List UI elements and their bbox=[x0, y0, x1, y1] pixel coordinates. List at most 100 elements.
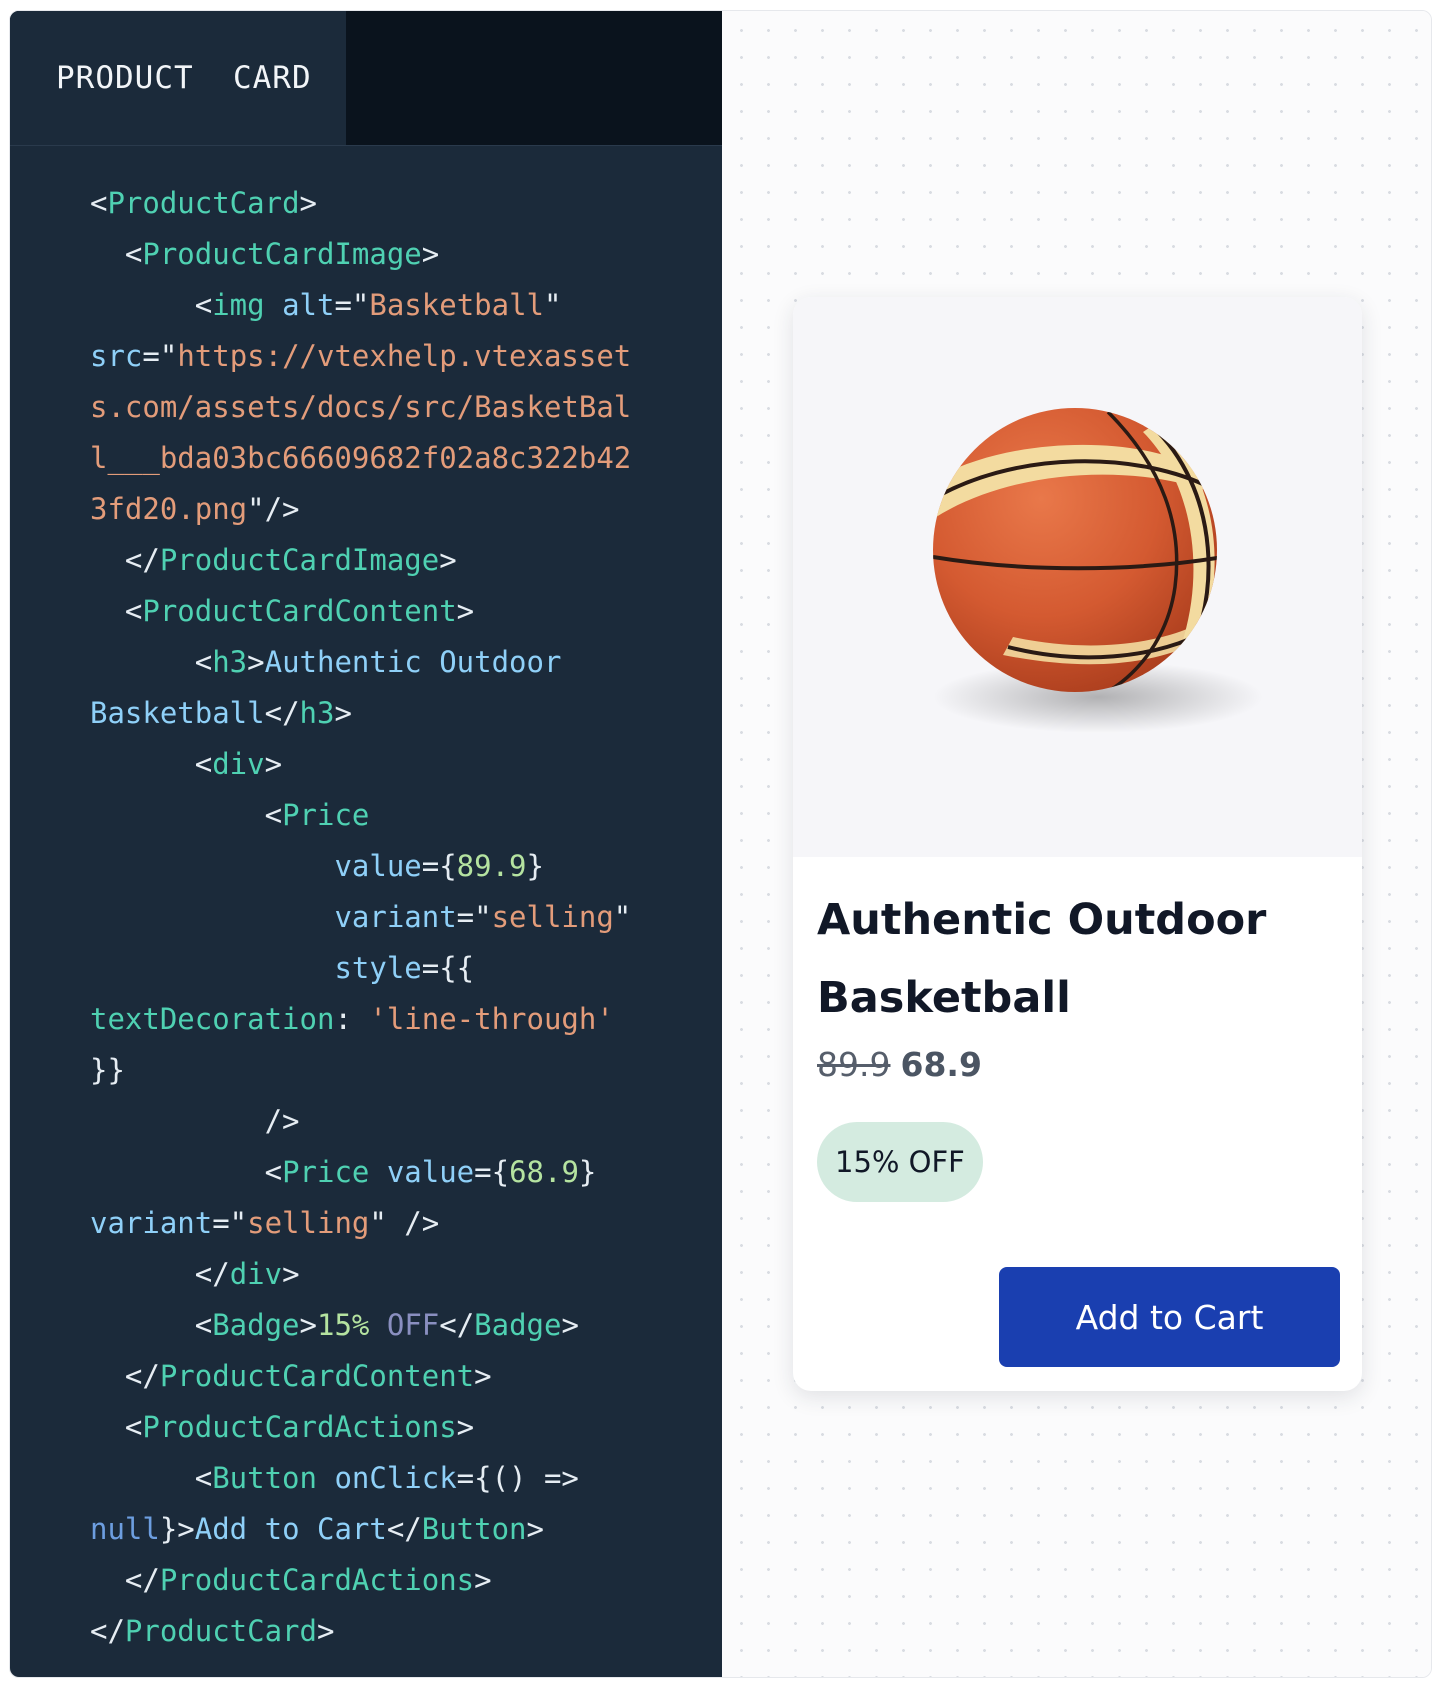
code-token: > bbox=[299, 1308, 317, 1342]
code-token: ={ bbox=[421, 849, 457, 883]
code-token: </ bbox=[90, 1257, 230, 1291]
code-token: </ bbox=[90, 1359, 160, 1393]
code-token: < bbox=[90, 288, 213, 322]
product-card-content: Authentic Outdoor Basketball 89.9 68.9 1… bbox=[793, 857, 1362, 1202]
code-token: Button bbox=[421, 1512, 527, 1546]
code-token: /> bbox=[90, 1104, 300, 1138]
code-token: </ bbox=[90, 1614, 125, 1648]
code-token: > bbox=[247, 645, 265, 679]
code-line: value={89.9} bbox=[90, 841, 631, 892]
code-token: ProductCardContent bbox=[142, 594, 457, 628]
code-token: " bbox=[613, 900, 632, 934]
code-line: </ProductCard> bbox=[90, 1606, 631, 1657]
code-token: ProductCardActions bbox=[159, 1563, 475, 1597]
add-to-cart-button[interactable]: Add to Cart bbox=[999, 1267, 1340, 1367]
code-token: textDecoration bbox=[90, 1002, 335, 1036]
code-token: =" bbox=[456, 900, 492, 934]
code-token: ProductCardContent bbox=[159, 1359, 475, 1393]
code-token: 15% bbox=[317, 1308, 370, 1342]
tab-product-card[interactable]: PRODUCT CARD bbox=[10, 11, 346, 145]
code-token: > bbox=[264, 747, 283, 781]
code-line: <ProductCardActions> bbox=[90, 1402, 631, 1453]
price-row: 89.9 68.9 bbox=[817, 1045, 1338, 1084]
code-line: <Price value={68.9} bbox=[90, 1147, 631, 1198]
code-line: <ProductCardContent> bbox=[90, 586, 631, 637]
code-token: s.com/assets/docs/src/BasketBal bbox=[90, 390, 632, 424]
code-token: < bbox=[90, 747, 213, 781]
code-token: ProductCardImage bbox=[142, 237, 422, 271]
code-line: l___bda03bc66609682f02a8c322b42 bbox=[90, 433, 631, 484]
code-token: ={() => bbox=[456, 1461, 579, 1495]
code-token: value bbox=[386, 1155, 475, 1189]
code-token: null bbox=[90, 1512, 160, 1546]
code-token: }> bbox=[159, 1512, 195, 1546]
product-card-actions: Add to Cart bbox=[999, 1267, 1340, 1367]
code-token: style bbox=[334, 951, 422, 985]
code-token: < bbox=[90, 594, 143, 628]
code-line: <div> bbox=[90, 739, 631, 790]
code-line: src="https://vtexhelp.vtexasset bbox=[90, 331, 631, 382]
code-line: <ProductCardImage> bbox=[90, 229, 631, 280]
code-token: selling bbox=[491, 900, 614, 934]
code-line: <Badge>15% OFF</Badge> bbox=[90, 1300, 631, 1351]
code-line: <Price bbox=[90, 790, 631, 841]
code-token: Basketball bbox=[369, 288, 544, 322]
code-token: div bbox=[212, 747, 265, 781]
preview-panel: Authentic Outdoor Basketball 89.9 68.9 1… bbox=[722, 11, 1431, 1677]
code-token: < bbox=[90, 186, 108, 220]
code-token: < bbox=[90, 1308, 213, 1342]
code-token: > bbox=[299, 186, 317, 220]
code-token: > bbox=[474, 1563, 492, 1597]
code-token: Badge bbox=[474, 1308, 562, 1342]
code-token: < bbox=[90, 1461, 213, 1495]
code-line: <ProductCard> bbox=[90, 178, 631, 229]
code-token: Price bbox=[282, 798, 370, 832]
code-token: l___bda03bc66609682f02a8c322b42 bbox=[90, 441, 632, 475]
code-token: alt bbox=[282, 288, 335, 322]
code-token: </ bbox=[439, 1308, 475, 1342]
code-line: variant="selling" bbox=[90, 892, 631, 943]
code-token: ={{ bbox=[421, 951, 475, 985]
code-token: Add to Cart bbox=[194, 1512, 387, 1546]
code-token: 68.9 bbox=[509, 1155, 579, 1189]
code-line: </ProductCardActions> bbox=[90, 1555, 631, 1606]
code-token: </ bbox=[90, 1563, 160, 1597]
code-token: Authentic Outdoor bbox=[264, 645, 562, 679]
code-token: ProductCard bbox=[107, 186, 300, 220]
code-token: > bbox=[456, 594, 475, 628]
code-token: img bbox=[212, 288, 265, 322]
code-token: =" bbox=[212, 1206, 248, 1240]
code-line: <img alt="Basketball" bbox=[90, 280, 631, 331]
code-token: 'line-through' bbox=[369, 1002, 614, 1036]
discount-badge: 15% OFF bbox=[817, 1122, 983, 1202]
code-token: > bbox=[282, 1257, 300, 1291]
code-token: https://vtexhelp.vtexasset bbox=[177, 339, 632, 373]
code-token: " bbox=[544, 288, 562, 322]
tab-label: PRODUCT CARD bbox=[56, 60, 312, 96]
price-selling: 68.9 bbox=[900, 1045, 982, 1084]
code-token: > bbox=[561, 1308, 579, 1342]
code-token: > bbox=[439, 543, 457, 577]
code-line: </div> bbox=[90, 1249, 631, 1300]
code-token: variant bbox=[334, 900, 457, 934]
tab-strip: PRODUCT CARD bbox=[10, 11, 722, 146]
code-token: < bbox=[90, 1410, 143, 1444]
code-line: /> bbox=[90, 1096, 631, 1147]
code-token: =" bbox=[142, 339, 178, 373]
code-snippet[interactable]: <ProductCard> <ProductCardImage> <img al… bbox=[90, 178, 631, 1657]
code-token: onClick bbox=[334, 1461, 457, 1495]
code-token: < bbox=[90, 645, 213, 679]
code-line: <Button onClick={() => bbox=[90, 1453, 631, 1504]
code-token: } bbox=[526, 849, 544, 883]
code-token: < bbox=[90, 237, 143, 271]
code-token: 3fd20.png bbox=[90, 492, 248, 526]
code-token: Basketball bbox=[90, 696, 265, 730]
code-token: </ bbox=[90, 543, 160, 577]
code-token: selling bbox=[247, 1206, 370, 1240]
code-token: value bbox=[334, 849, 422, 883]
code-line: variant="selling" /> bbox=[90, 1198, 631, 1249]
